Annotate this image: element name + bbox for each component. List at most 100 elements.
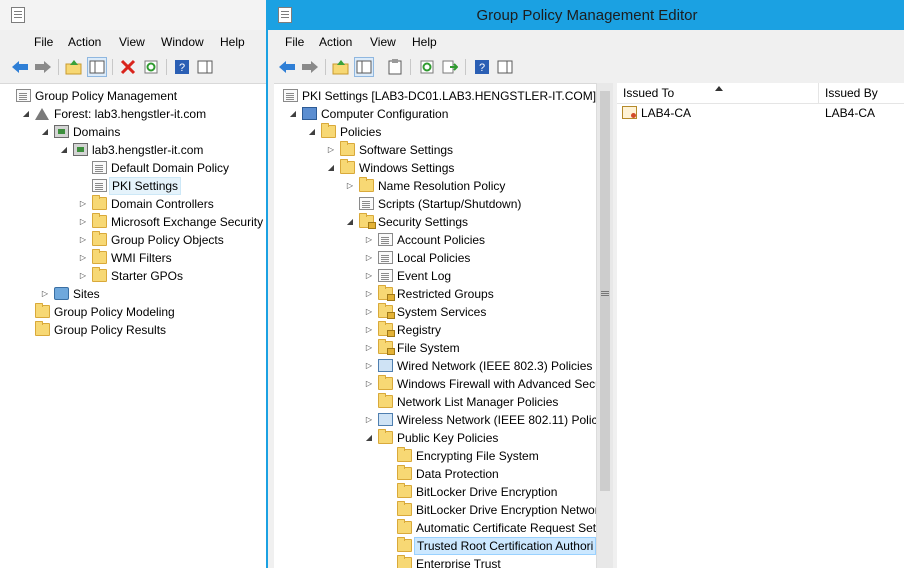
editor-up-folder-button[interactable] bbox=[331, 57, 351, 77]
tree-item[interactable]: ◢ lab3.hengstler-it.com bbox=[0, 141, 266, 159]
expanded-arrow-icon[interactable]: ◢ bbox=[288, 105, 298, 123]
tree-item[interactable]: Enterprise Trust bbox=[274, 555, 596, 568]
table-row[interactable]: LAB4-CA LAB4-CA bbox=[617, 104, 904, 122]
gpmc-menu-action[interactable]: Action bbox=[68, 35, 101, 49]
tree-item[interactable]: PKI Settings bbox=[0, 177, 266, 195]
tree-item[interactable]: ▷ Microsoft Exchange Security G bbox=[0, 213, 266, 231]
collapsed-arrow-icon[interactable]: ▷ bbox=[40, 285, 50, 303]
tree-item[interactable]: ▷ Name Resolution Policy bbox=[274, 177, 596, 195]
editor-export-list-button[interactable] bbox=[440, 57, 460, 77]
gpmc-menu-window[interactable]: Window bbox=[161, 35, 204, 49]
tree-item[interactable]: ▷ Starter GPOs bbox=[0, 267, 266, 285]
collapsed-arrow-icon[interactable]: ▷ bbox=[364, 267, 374, 285]
collapsed-arrow-icon[interactable]: ▷ bbox=[78, 267, 88, 285]
tree-item[interactable]: ▷ File System bbox=[274, 339, 596, 357]
editor-back-button[interactable] bbox=[277, 57, 297, 77]
tree-item[interactable]: ▷ Software Settings bbox=[274, 141, 596, 159]
editor-menu-help[interactable]: Help bbox=[412, 35, 437, 49]
gpmc-menu-view[interactable]: View bbox=[119, 35, 145, 49]
tree-item[interactable]: BitLocker Drive Encryption Networ bbox=[274, 501, 596, 519]
editor-title-bar[interactable]: Group Policy Management Editor bbox=[268, 0, 904, 30]
expanded-arrow-icon[interactable]: ◢ bbox=[345, 213, 355, 231]
tree-item[interactable]: Data Protection bbox=[274, 465, 596, 483]
tree-item[interactable]: PKI Settings [LAB3-DC01.LAB3.HENGSTLER-I… bbox=[274, 87, 596, 105]
tree-item[interactable]: ▷ Sites bbox=[0, 285, 266, 303]
collapsed-arrow-icon[interactable]: ▷ bbox=[364, 375, 374, 393]
tree-item[interactable]: ▷ Wired Network (IEEE 802.3) Policies bbox=[274, 357, 596, 375]
expanded-arrow-icon[interactable]: ◢ bbox=[364, 429, 374, 447]
tree-item[interactable]: ◢ Computer Configuration bbox=[274, 105, 596, 123]
tree-item[interactable]: ▷ Account Policies bbox=[274, 231, 596, 249]
editor-menu-file[interactable]: File bbox=[285, 35, 304, 49]
gpmc-app-icon[interactable] bbox=[11, 7, 25, 23]
column-header-issued-by[interactable]: Issued By bbox=[819, 83, 904, 103]
collapsed-arrow-icon[interactable]: ▷ bbox=[78, 213, 88, 231]
expanded-arrow-icon[interactable]: ◢ bbox=[59, 141, 69, 159]
up-folder-button[interactable] bbox=[64, 57, 84, 77]
tree-item[interactable]: Group Policy Results bbox=[0, 321, 266, 339]
collapsed-arrow-icon[interactable]: ▷ bbox=[78, 195, 88, 213]
column-header-issued-to[interactable]: Issued To bbox=[617, 83, 819, 103]
tree-item[interactable]: ▷ Event Log bbox=[274, 267, 596, 285]
collapsed-arrow-icon[interactable]: ▷ bbox=[364, 249, 374, 267]
tree-item[interactable]: ◢ Forest: lab3.hengstler-it.com bbox=[0, 105, 266, 123]
tree-item[interactable]: ▷ Registry bbox=[274, 321, 596, 339]
expanded-arrow-icon[interactable]: ◢ bbox=[21, 105, 31, 123]
tree-item[interactable]: ▷ Wireless Network (IEEE 802.11) Policie bbox=[274, 411, 596, 429]
tree-item[interactable]: Network List Manager Policies bbox=[274, 393, 596, 411]
editor-show-hide-tree-button[interactable] bbox=[354, 57, 374, 77]
tree-item[interactable]: Default Domain Policy bbox=[0, 159, 266, 177]
forward-button[interactable] bbox=[33, 57, 53, 77]
tree-item[interactable]: Group Policy Management bbox=[0, 87, 266, 105]
show-hide-tree-button[interactable] bbox=[87, 57, 107, 77]
expanded-arrow-icon[interactable]: ◢ bbox=[326, 159, 336, 177]
tree-item[interactable]: ◢ Domains bbox=[0, 123, 266, 141]
editor-help-button[interactable]: ? bbox=[472, 57, 492, 77]
gpmc-menu-file[interactable]: File bbox=[34, 35, 53, 49]
tree-vertical-scrollbar[interactable] bbox=[596, 83, 613, 568]
tree-item[interactable]: ▷ Windows Firewall with Advanced Secu bbox=[274, 375, 596, 393]
collapsed-arrow-icon[interactable]: ▷ bbox=[364, 303, 374, 321]
editor-menu-action[interactable]: Action bbox=[319, 35, 352, 49]
collapsed-arrow-icon[interactable]: ▷ bbox=[364, 231, 374, 249]
collapsed-arrow-icon[interactable]: ▷ bbox=[326, 141, 336, 159]
collapsed-arrow-icon[interactable]: ▷ bbox=[364, 357, 374, 375]
editor-menu-view[interactable]: View bbox=[370, 35, 396, 49]
expanded-arrow-icon[interactable]: ◢ bbox=[40, 123, 50, 141]
tree-item[interactable]: ◢ Security Settings bbox=[274, 213, 596, 231]
refresh-button[interactable] bbox=[141, 57, 161, 77]
help-button[interactable]: ? bbox=[172, 57, 192, 77]
tree-item[interactable]: Group Policy Modeling bbox=[0, 303, 266, 321]
editor-properties-button[interactable] bbox=[385, 57, 405, 77]
tree-item[interactable]: Trusted Root Certification Authori bbox=[274, 537, 596, 555]
tree-item[interactable]: ◢ Windows Settings bbox=[274, 159, 596, 177]
gpmc-title-bar[interactable] bbox=[0, 0, 266, 30]
tree-item[interactable]: ▷ Domain Controllers bbox=[0, 195, 266, 213]
tree-item[interactable]: ▷ Restricted Groups bbox=[274, 285, 596, 303]
collapsed-arrow-icon[interactable]: ▷ bbox=[364, 321, 374, 339]
tree-item[interactable]: ◢ Public Key Policies bbox=[274, 429, 596, 447]
delete-button[interactable] bbox=[118, 57, 138, 77]
editor-forward-button[interactable] bbox=[300, 57, 320, 77]
collapsed-arrow-icon[interactable]: ▷ bbox=[78, 249, 88, 267]
tree-item[interactable]: Automatic Certificate Request Setti bbox=[274, 519, 596, 537]
tree-item[interactable]: ▷ WMI Filters bbox=[0, 249, 266, 267]
gpmc-menu-help[interactable]: Help bbox=[220, 35, 245, 49]
tree-item[interactable]: Encrypting File System bbox=[274, 447, 596, 465]
collapsed-arrow-icon[interactable]: ▷ bbox=[364, 339, 374, 357]
tree-item[interactable]: Scripts (Startup/Shutdown) bbox=[274, 195, 596, 213]
tree-item[interactable]: ◢ Policies bbox=[274, 123, 596, 141]
collapsed-arrow-icon[interactable]: ▷ bbox=[364, 411, 374, 429]
collapsed-arrow-icon[interactable]: ▷ bbox=[345, 177, 355, 195]
collapsed-arrow-icon[interactable]: ▷ bbox=[364, 285, 374, 303]
back-button[interactable] bbox=[10, 57, 30, 77]
tree-item[interactable]: ▷ Local Policies bbox=[274, 249, 596, 267]
editor-refresh-button[interactable] bbox=[417, 57, 437, 77]
tree-item[interactable]: BitLocker Drive Encryption bbox=[274, 483, 596, 501]
expanded-arrow-icon[interactable]: ◢ bbox=[307, 123, 317, 141]
editor-show-action-pane-button[interactable] bbox=[495, 57, 515, 77]
show-action-pane-button[interactable] bbox=[195, 57, 215, 77]
collapsed-arrow-icon[interactable]: ▷ bbox=[78, 231, 88, 249]
tree-item[interactable]: ▷ Group Policy Objects bbox=[0, 231, 266, 249]
tree-item[interactable]: ▷ System Services bbox=[274, 303, 596, 321]
